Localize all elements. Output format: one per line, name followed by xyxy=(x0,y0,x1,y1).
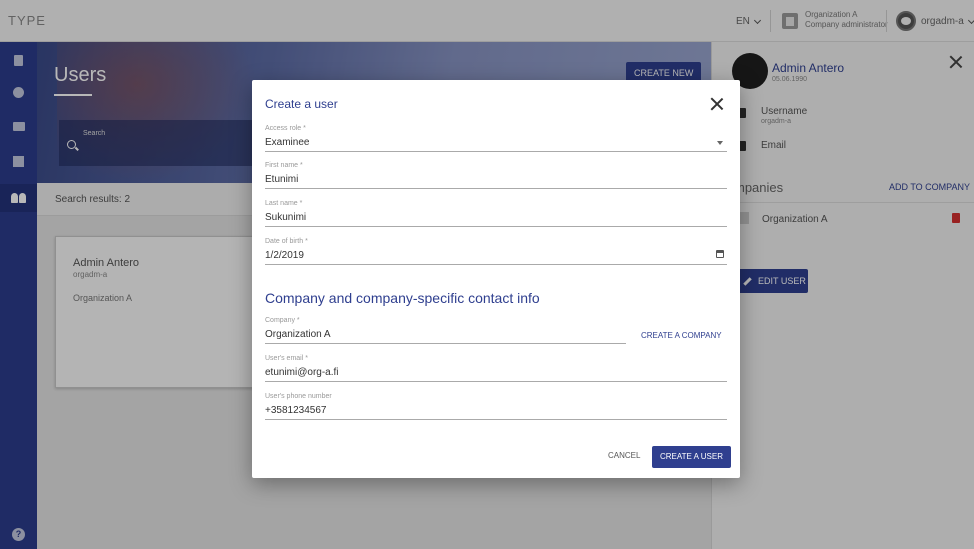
dialog-title: Create a user xyxy=(265,97,338,111)
date-of-birth-text: 1/2/2019 xyxy=(265,250,304,261)
access-role-label: Access role * xyxy=(265,125,306,132)
first-name-label: First name * xyxy=(265,162,303,169)
access-role-value[interactable]: Examinee xyxy=(265,135,727,152)
close-icon[interactable] xyxy=(710,97,724,111)
create-user-dialog: Create a user Access role * Examinee Fir… xyxy=(252,80,740,478)
first-name-input[interactable]: Etunimi xyxy=(265,172,727,189)
date-of-birth-field[interactable]: Date of birth * 1/2/2019 xyxy=(265,238,727,265)
company-label: Company * xyxy=(265,317,300,324)
last-name-input[interactable]: Sukunimi xyxy=(265,210,727,227)
phone-field[interactable]: User's phone number +3581234567 xyxy=(265,393,727,420)
email-field[interactable]: User's email * etunimi@org-a.fi xyxy=(265,355,727,382)
email-label: User's email * xyxy=(265,355,308,362)
date-of-birth-label: Date of birth * xyxy=(265,238,308,245)
cancel-button[interactable]: Cancel xyxy=(608,451,640,460)
last-name-field[interactable]: Last name * Sukunimi xyxy=(265,200,727,227)
dropdown-arrow-icon xyxy=(717,141,723,145)
section-title: Company and company-specific contact inf… xyxy=(265,290,540,306)
create-user-button[interactable]: Create a user xyxy=(652,446,731,468)
calendar-icon[interactable] xyxy=(716,250,724,258)
phone-input[interactable]: +3581234567 xyxy=(265,403,727,420)
company-field[interactable]: Company * Organization A xyxy=(265,317,626,344)
last-name-label: Last name * xyxy=(265,200,303,207)
first-name-field[interactable]: First name * Etunimi xyxy=(265,162,727,189)
access-role-text: Examinee xyxy=(265,137,310,148)
access-role-select[interactable]: Access role * Examinee xyxy=(265,125,727,152)
date-of-birth-input[interactable]: 1/2/2019 xyxy=(265,248,727,265)
email-input[interactable]: etunimi@org-a.fi xyxy=(265,365,727,382)
company-input[interactable]: Organization A xyxy=(265,327,626,344)
phone-label: User's phone number xyxy=(265,393,332,400)
create-company-button[interactable]: Create a company xyxy=(641,331,722,340)
